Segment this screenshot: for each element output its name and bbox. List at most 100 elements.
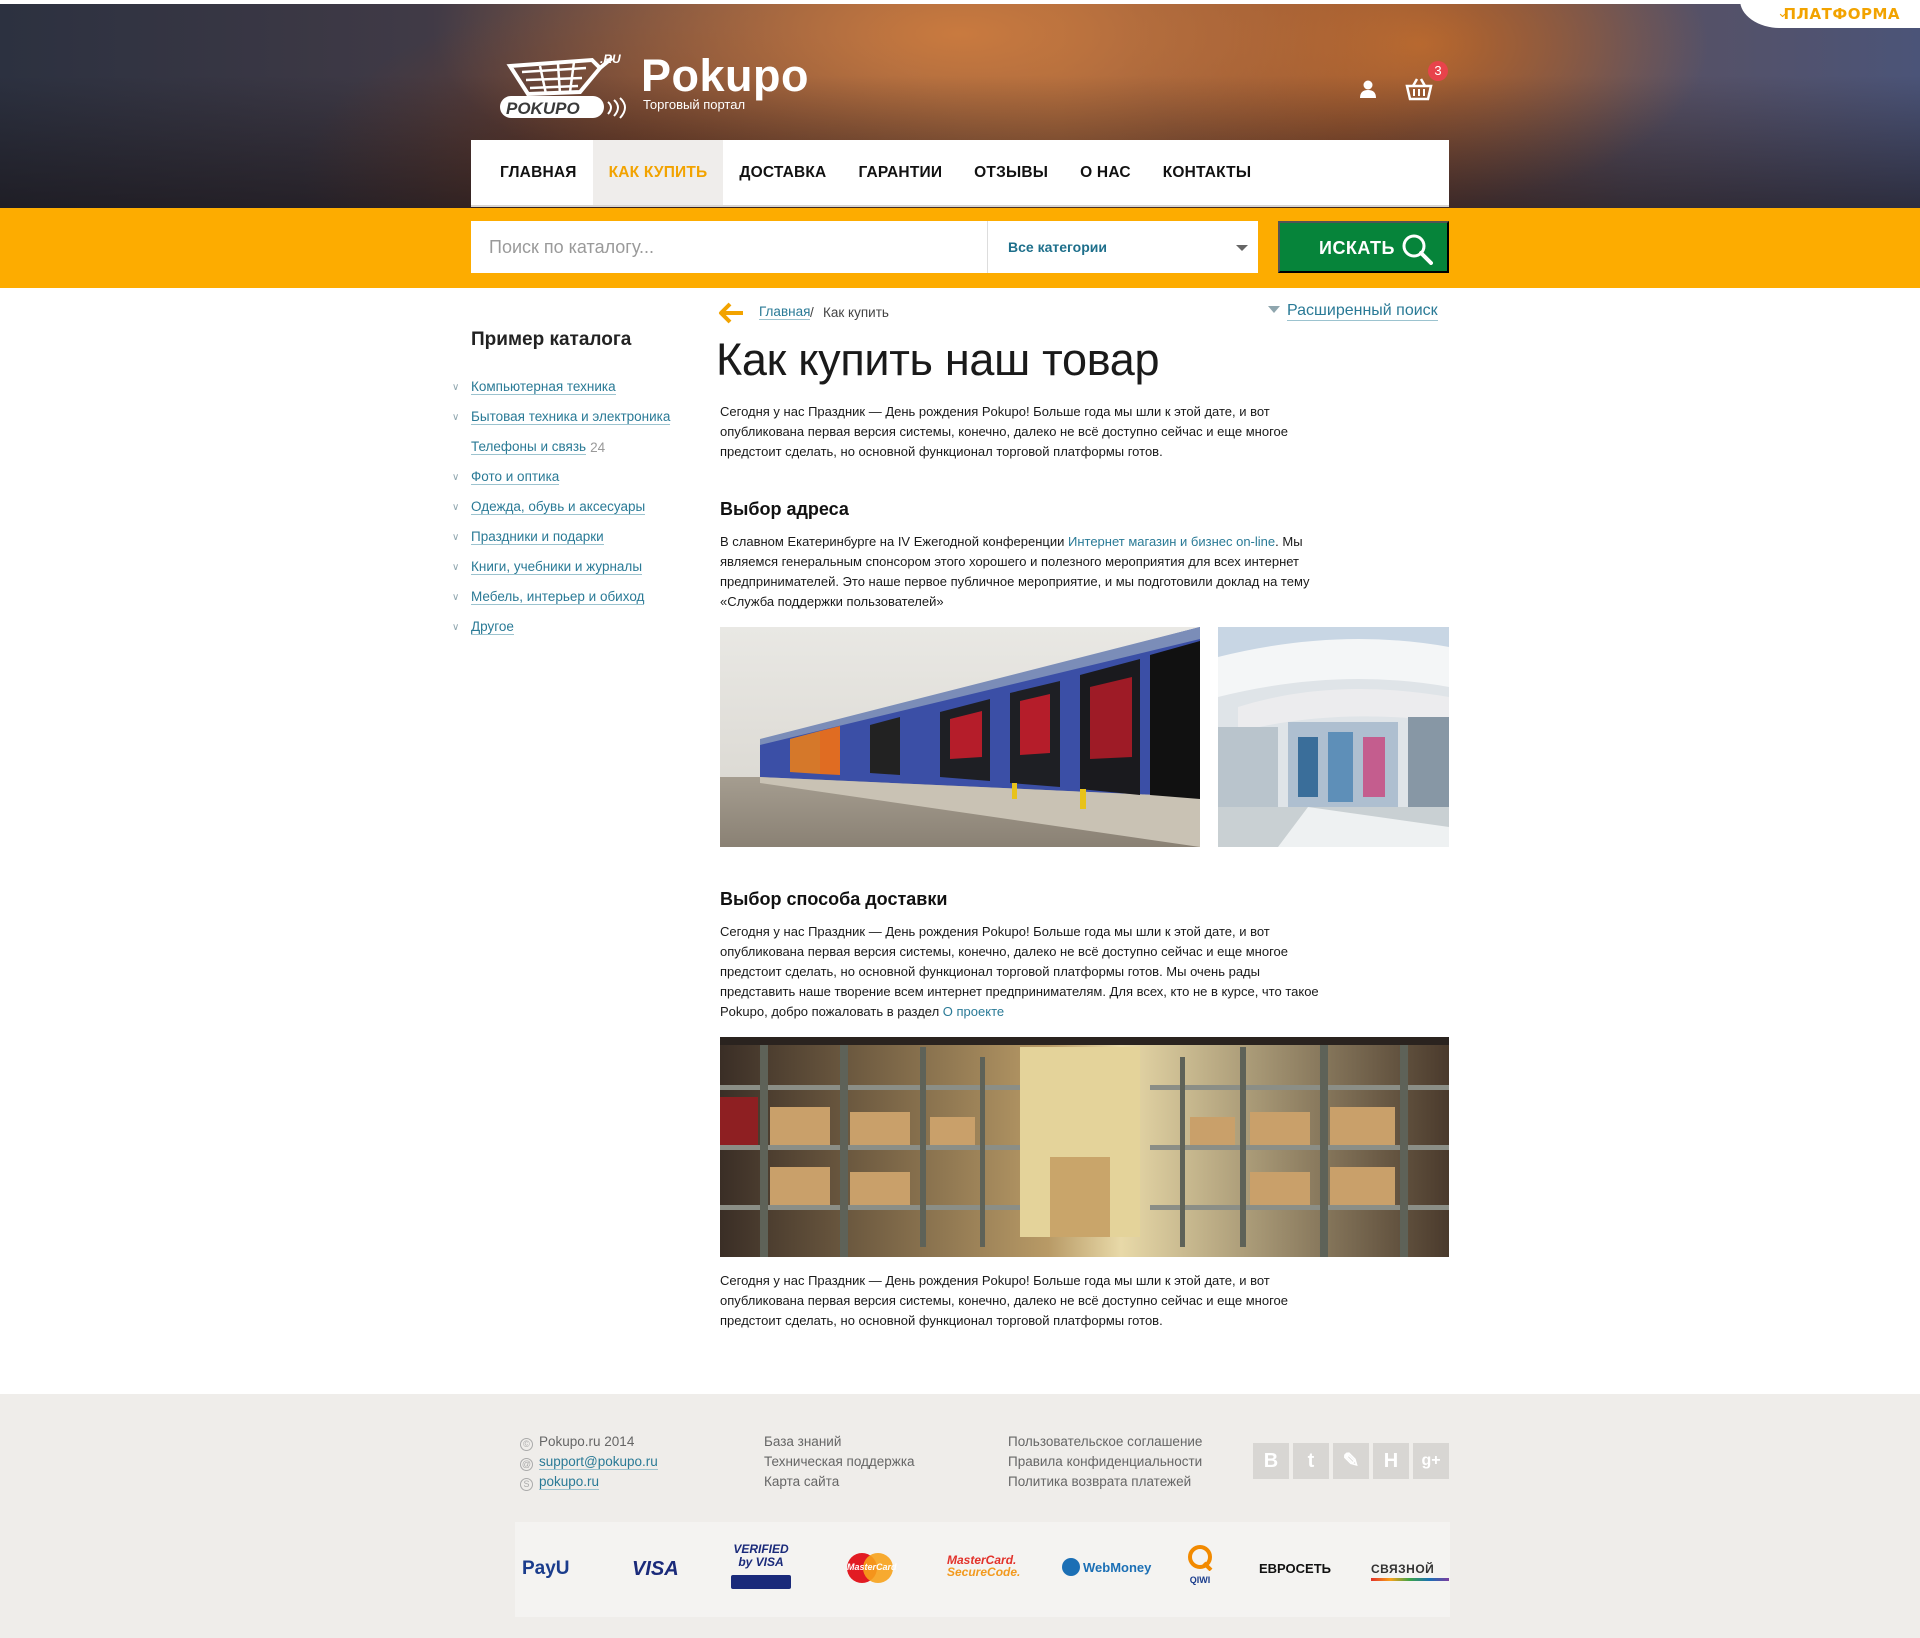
nav-item-reviews[interactable]: ОТЗЫВЫ	[958, 140, 1064, 206]
evroset-logo: ЕВРОСЕТЬ	[1259, 1561, 1332, 1576]
copyright-icon: ©	[520, 1438, 533, 1451]
category-link[interactable]: Книги, учебники и журналы	[471, 559, 643, 575]
category-link[interactable]: Фото и оптика	[471, 469, 560, 485]
svyaznoy-logo: СВЯЗНОЙ	[1371, 1558, 1449, 1581]
basket-icon[interactable]	[1405, 77, 1433, 101]
securecode-bottom: SecureCode.	[947, 1565, 1021, 1579]
mall-interior-image	[1218, 627, 1449, 847]
brand-name: Pokupo	[641, 50, 809, 101]
warehouse-shelves-image	[720, 1037, 1449, 1257]
address-paragraph: В славном Екатеринбурге на IV Ежегодной …	[720, 532, 1330, 612]
category-link[interactable]: Телефоны и связь	[471, 439, 587, 455]
page-title: Как купить наш товар	[716, 334, 1160, 385]
twitter-icon[interactable]: t	[1293, 1443, 1329, 1479]
footer-link[interactable]: Техническая поддержка	[764, 1452, 915, 1472]
brand-tagline: Торговый портал	[643, 97, 746, 112]
mastercard-text: MasterCard	[847, 1562, 897, 1572]
nav-item-about[interactable]: О НАС	[1064, 140, 1147, 206]
skype-link[interactable]: pokupo.ru	[539, 1474, 600, 1490]
category-link[interactable]: Бытовая техника и электроника	[471, 409, 671, 425]
category-item: ∨ Книги, учебники и журналы	[452, 552, 682, 582]
livejournal-icon[interactable]: ✎	[1333, 1443, 1369, 1479]
nav-item-home[interactable]: ГЛАВНАЯ	[484, 140, 593, 206]
category-item: Телефоны и связь 24	[452, 432, 682, 462]
email-icon: @	[520, 1458, 533, 1471]
visa-cards-strip	[731, 1575, 791, 1589]
category-list: ∨ Компьютерная техника ∨ Бытовая техника и…	[452, 372, 682, 642]
footer-link[interactable]: Пользовательское соглашение	[1008, 1432, 1202, 1452]
securecode-logo: MasterCard. SecureCode.	[947, 1554, 1020, 1578]
search-input[interactable]	[471, 221, 987, 273]
advanced-search-link[interactable]: Расширенный поиск	[1287, 302, 1438, 321]
sidebar-title: Пример каталога	[471, 329, 632, 350]
footer-link[interactable]: Правила конфиденциальности	[1008, 1452, 1202, 1472]
skype-icon: S	[520, 1478, 533, 1491]
category-link[interactable]: Праздники и подарки	[471, 529, 604, 545]
category-item: ∨ Компьютерная техника	[452, 372, 682, 402]
chevron-down-icon[interactable]: ∨	[452, 532, 471, 543]
chevron-down-icon[interactable]: ∨	[452, 562, 471, 573]
section-title-delivery: Выбор способа доставки	[720, 889, 948, 909]
chevron-down-icon[interactable]: ∨	[452, 592, 471, 603]
back-arrow-icon[interactable]	[717, 301, 745, 328]
visa-logo: VISA	[632, 1558, 679, 1580]
main-nav: ГЛАВНАЯ КАК КУПИТЬ ДОСТАВКА ГАРАНТИИ ОТЗ…	[471, 140, 1449, 206]
category-select[interactable]: Все категории	[987, 221, 1258, 273]
platform-link[interactable]: ПЛАТФОРМА	[1783, 5, 1900, 23]
nav-item-delivery[interactable]: ДОСТАВКА	[723, 140, 842, 206]
conference-link[interactable]: Интернет магазин и бизнес on-line	[1068, 534, 1275, 549]
footer-contacts: © Pokupo.ru 2014 @ support@pokupo.ru Spoku…	[520, 1432, 658, 1492]
svyaznoy-stripe	[1371, 1578, 1449, 1581]
paragraph-text: Сегодня у нас Праздник — День рождения P…	[720, 924, 1319, 1019]
footer-link[interactable]: Политика возврата платежей	[1008, 1472, 1202, 1492]
category-link[interactable]: Мебель, интерьер и обиход	[471, 589, 645, 605]
footer-legal-links: Пользовательское соглашение Правила конф…	[1008, 1432, 1202, 1492]
vk-icon[interactable]: В	[1253, 1443, 1289, 1479]
user-icon[interactable]	[1358, 79, 1378, 99]
cart-count-badge: 3	[1428, 61, 1448, 81]
category-link[interactable]: Компьютерная техника	[471, 379, 616, 395]
h-social-icon[interactable]: Н	[1373, 1443, 1409, 1479]
intro-paragraph: Сегодня у нас Праздник — День рождения P…	[720, 404, 1288, 459]
caret-down-icon	[1268, 306, 1280, 313]
webmoney-logo: WebMoney	[1083, 1560, 1152, 1575]
category-item: ∨ Мебель, интерьер и обиход	[452, 582, 682, 612]
chevron-down-icon[interactable]: ∨	[452, 382, 471, 393]
delivery-paragraph: Сегодня у нас Праздник — День рождения P…	[720, 922, 1330, 1022]
google-plus-icon[interactable]: g+	[1413, 1443, 1449, 1479]
search-icon	[1402, 234, 1433, 265]
support-email-link[interactable]: support@pokupo.ru	[539, 1454, 658, 1470]
chevron-down-icon[interactable]: ∨	[452, 472, 471, 483]
qiwi-logo: QIWI	[1185, 1545, 1215, 1585]
category-item: ∨ Одежда, обувь и аксесуары	[452, 492, 682, 522]
svyaznoy-text: СВЯЗНОЙ	[1371, 1562, 1435, 1576]
footer-link[interactable]: База знаний	[764, 1432, 915, 1452]
logo-ru: .RU	[600, 52, 621, 66]
category-link[interactable]: Одежда, обувь и аксесуары	[471, 499, 646, 515]
outro-paragraph: Сегодня у нас Праздник — День рождения P…	[720, 1273, 1288, 1328]
paragraph-text: В славном Екатеринбурге на IV Ежегодной …	[720, 534, 1068, 549]
nav-item-contacts[interactable]: КОНТАКТЫ	[1147, 140, 1268, 206]
logo-mark-text: POKUPO	[506, 99, 580, 118]
category-item: ∨ Бытовая техника и электроника	[452, 402, 682, 432]
search-button-label: ИСКАТЬ	[1319, 238, 1395, 258]
qiwi-text: QIWI	[1189, 1575, 1211, 1585]
category-link[interactable]: Другое	[471, 619, 514, 635]
footer-link[interactable]: Карта сайта	[764, 1472, 915, 1492]
search-button[interactable]: ИСКАТЬ	[1278, 221, 1449, 273]
category-item: ∨ Фото и оптика	[452, 462, 682, 492]
section-title-address: Выбор адреса	[720, 499, 849, 519]
chevron-down-icon[interactable]: ∨	[452, 412, 471, 423]
chevron-down-icon[interactable]: ∨	[452, 622, 471, 633]
chevron-down-icon[interactable]: ∨	[452, 502, 471, 513]
nav-item-how-to-buy[interactable]: КАК КУПИТЬ	[592, 140, 724, 206]
breadcrumb-home-link[interactable]: Главная	[759, 305, 811, 320]
about-project-link[interactable]: О проекте	[943, 1004, 1004, 1019]
breadcrumb-separator: /	[810, 305, 814, 320]
dropdown-arrow-icon	[1236, 245, 1248, 251]
mastercard-logo: MasterCard	[845, 1552, 897, 1584]
category-select-value: Все категории	[1008, 239, 1107, 255]
nav-underline	[471, 205, 1449, 207]
breadcrumb-current: Как купить	[823, 305, 889, 320]
nav-item-guarantees[interactable]: ГАРАНТИИ	[842, 140, 958, 206]
